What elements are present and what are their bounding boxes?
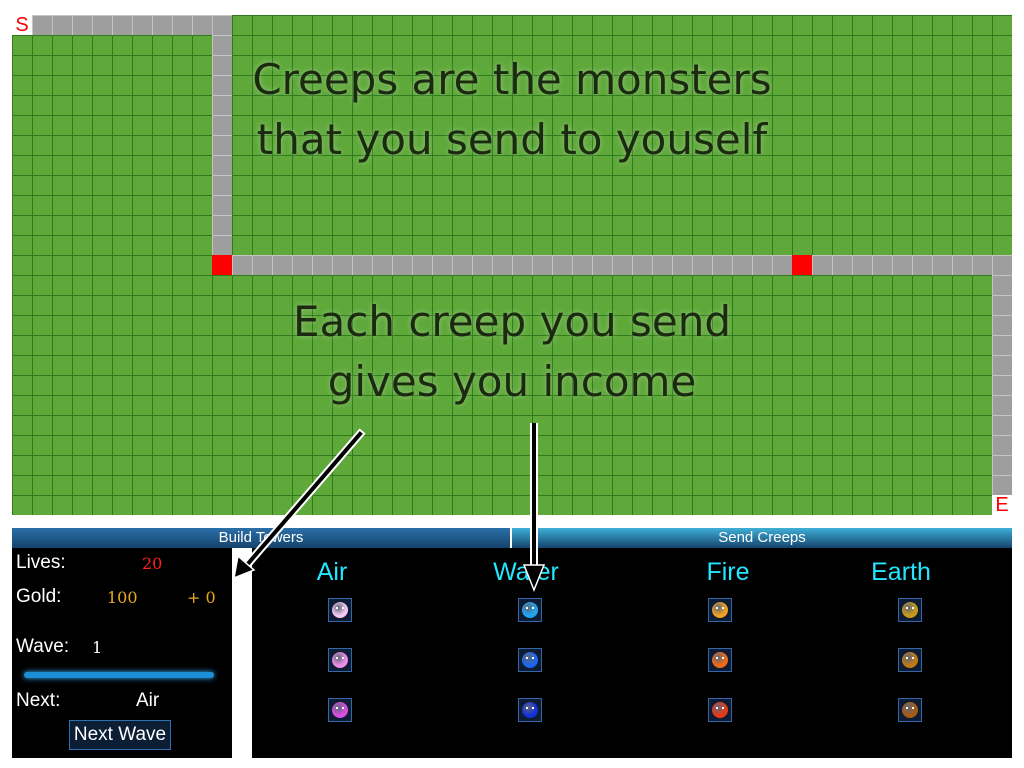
arrow-to-gold — [233, 428, 366, 580]
tutorial-arrows — [233, 423, 546, 593]
arrow-to-creeps — [522, 423, 546, 593]
